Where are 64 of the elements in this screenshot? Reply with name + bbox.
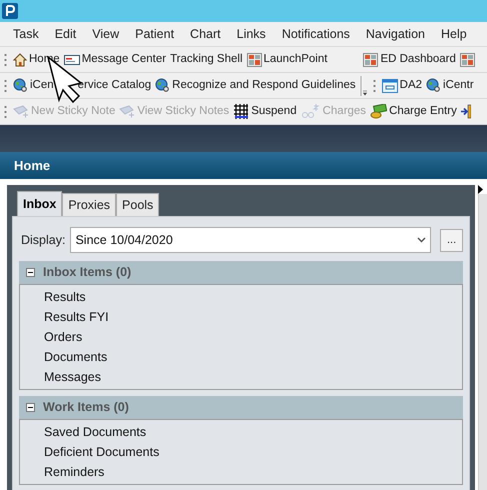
sticky-note-icon <box>13 104 29 118</box>
toolbar-button[interactable] <box>460 52 475 66</box>
sticky-note-icon <box>119 104 136 118</box>
toolbar-grip-icon <box>372 78 376 92</box>
expand-arrow-icon <box>478 185 483 194</box>
globe-search-icon <box>13 78 28 93</box>
exit-icon <box>460 104 471 119</box>
section-title: Work Items (0) <box>43 399 129 416</box>
display-label: Display: <box>21 232 66 249</box>
card-icon <box>64 54 80 66</box>
list-item[interactable]: Deficient Documents <box>20 442 462 462</box>
list-item[interactable]: Reminders <box>20 462 462 482</box>
toolbar-button[interactable]: Message Center <box>64 50 166 68</box>
grid-icon <box>363 52 378 66</box>
toolbar-button[interactable]: ED Dashboard <box>363 50 456 68</box>
list-item[interactable]: Orders <box>20 327 462 347</box>
menu-item[interactable]: Help <box>434 24 474 44</box>
list-item[interactable]: Results <box>20 287 462 307</box>
toolbar-button[interactable]: Suspend <box>233 102 297 120</box>
toolbar-grip-icon <box>4 104 7 118</box>
toolbar-button[interactable]: iCentr <box>426 76 474 94</box>
grid-icon <box>460 52 475 66</box>
money-icon <box>370 104 388 119</box>
app-logo-icon <box>2 3 18 19</box>
collapse-icon[interactable] <box>26 403 35 412</box>
menu-item[interactable]: Chart <box>183 24 228 44</box>
more-button[interactable]: ... <box>440 228 463 252</box>
tab[interactable]: Pools <box>116 193 160 216</box>
grid-icon <box>246 52 262 66</box>
collapse-icon[interactable] <box>26 268 35 277</box>
menu-item[interactable]: Notifications <box>274 24 357 44</box>
tab[interactable]: Inbox <box>17 191 62 216</box>
menu-item[interactable]: Patient <box>128 24 182 44</box>
globe-search-icon <box>426 78 442 93</box>
chevron-down-icon <box>417 237 426 243</box>
menu-item[interactable]: View <box>85 24 126 44</box>
list-item[interactable]: Results FYI <box>20 307 462 327</box>
window-icon <box>382 78 398 92</box>
toolbar-button[interactable]: Charge Entry <box>370 102 457 120</box>
toolbar-button[interactable]: Tracking Shell <box>170 50 242 68</box>
house-icon <box>13 52 27 66</box>
menu-item[interactable]: Task <box>6 24 46 44</box>
toolbar-grip-icon <box>4 78 7 92</box>
dollar-icon <box>300 104 321 119</box>
list-item[interactable]: Messages <box>20 367 462 387</box>
section-title: Inbox Items (0) <box>43 264 132 282</box>
toolbar-button[interactable]: Recognize and Respond Guidelines <box>155 76 356 94</box>
tab[interactable]: Proxies <box>62 193 116 216</box>
toolbar-button[interactable]: LaunchPoint <box>246 50 328 68</box>
toolbar-button[interactable]: DA2 <box>382 76 422 94</box>
globe-search-icon <box>155 78 170 93</box>
menu-item[interactable]: Edit <box>48 24 84 44</box>
overflow-icon <box>360 74 368 96</box>
toolbar-grip-icon <box>4 52 7 66</box>
fence-icon <box>233 104 250 119</box>
menu-item[interactable]: Navigation <box>358 24 432 44</box>
section-header[interactable]: Work Items (0) <box>19 396 463 419</box>
page-title: Home <box>14 156 50 175</box>
toolbar-button[interactable] <box>460 104 471 119</box>
menu-item[interactable]: Links <box>230 24 273 44</box>
list-item[interactable]: Documents <box>20 347 462 367</box>
section-header[interactable]: Inbox Items (0) <box>19 261 463 284</box>
display-dropdown[interactable]: Since 10/04/2020 <box>70 227 432 253</box>
list-item[interactable]: Saved Documents <box>20 422 462 442</box>
